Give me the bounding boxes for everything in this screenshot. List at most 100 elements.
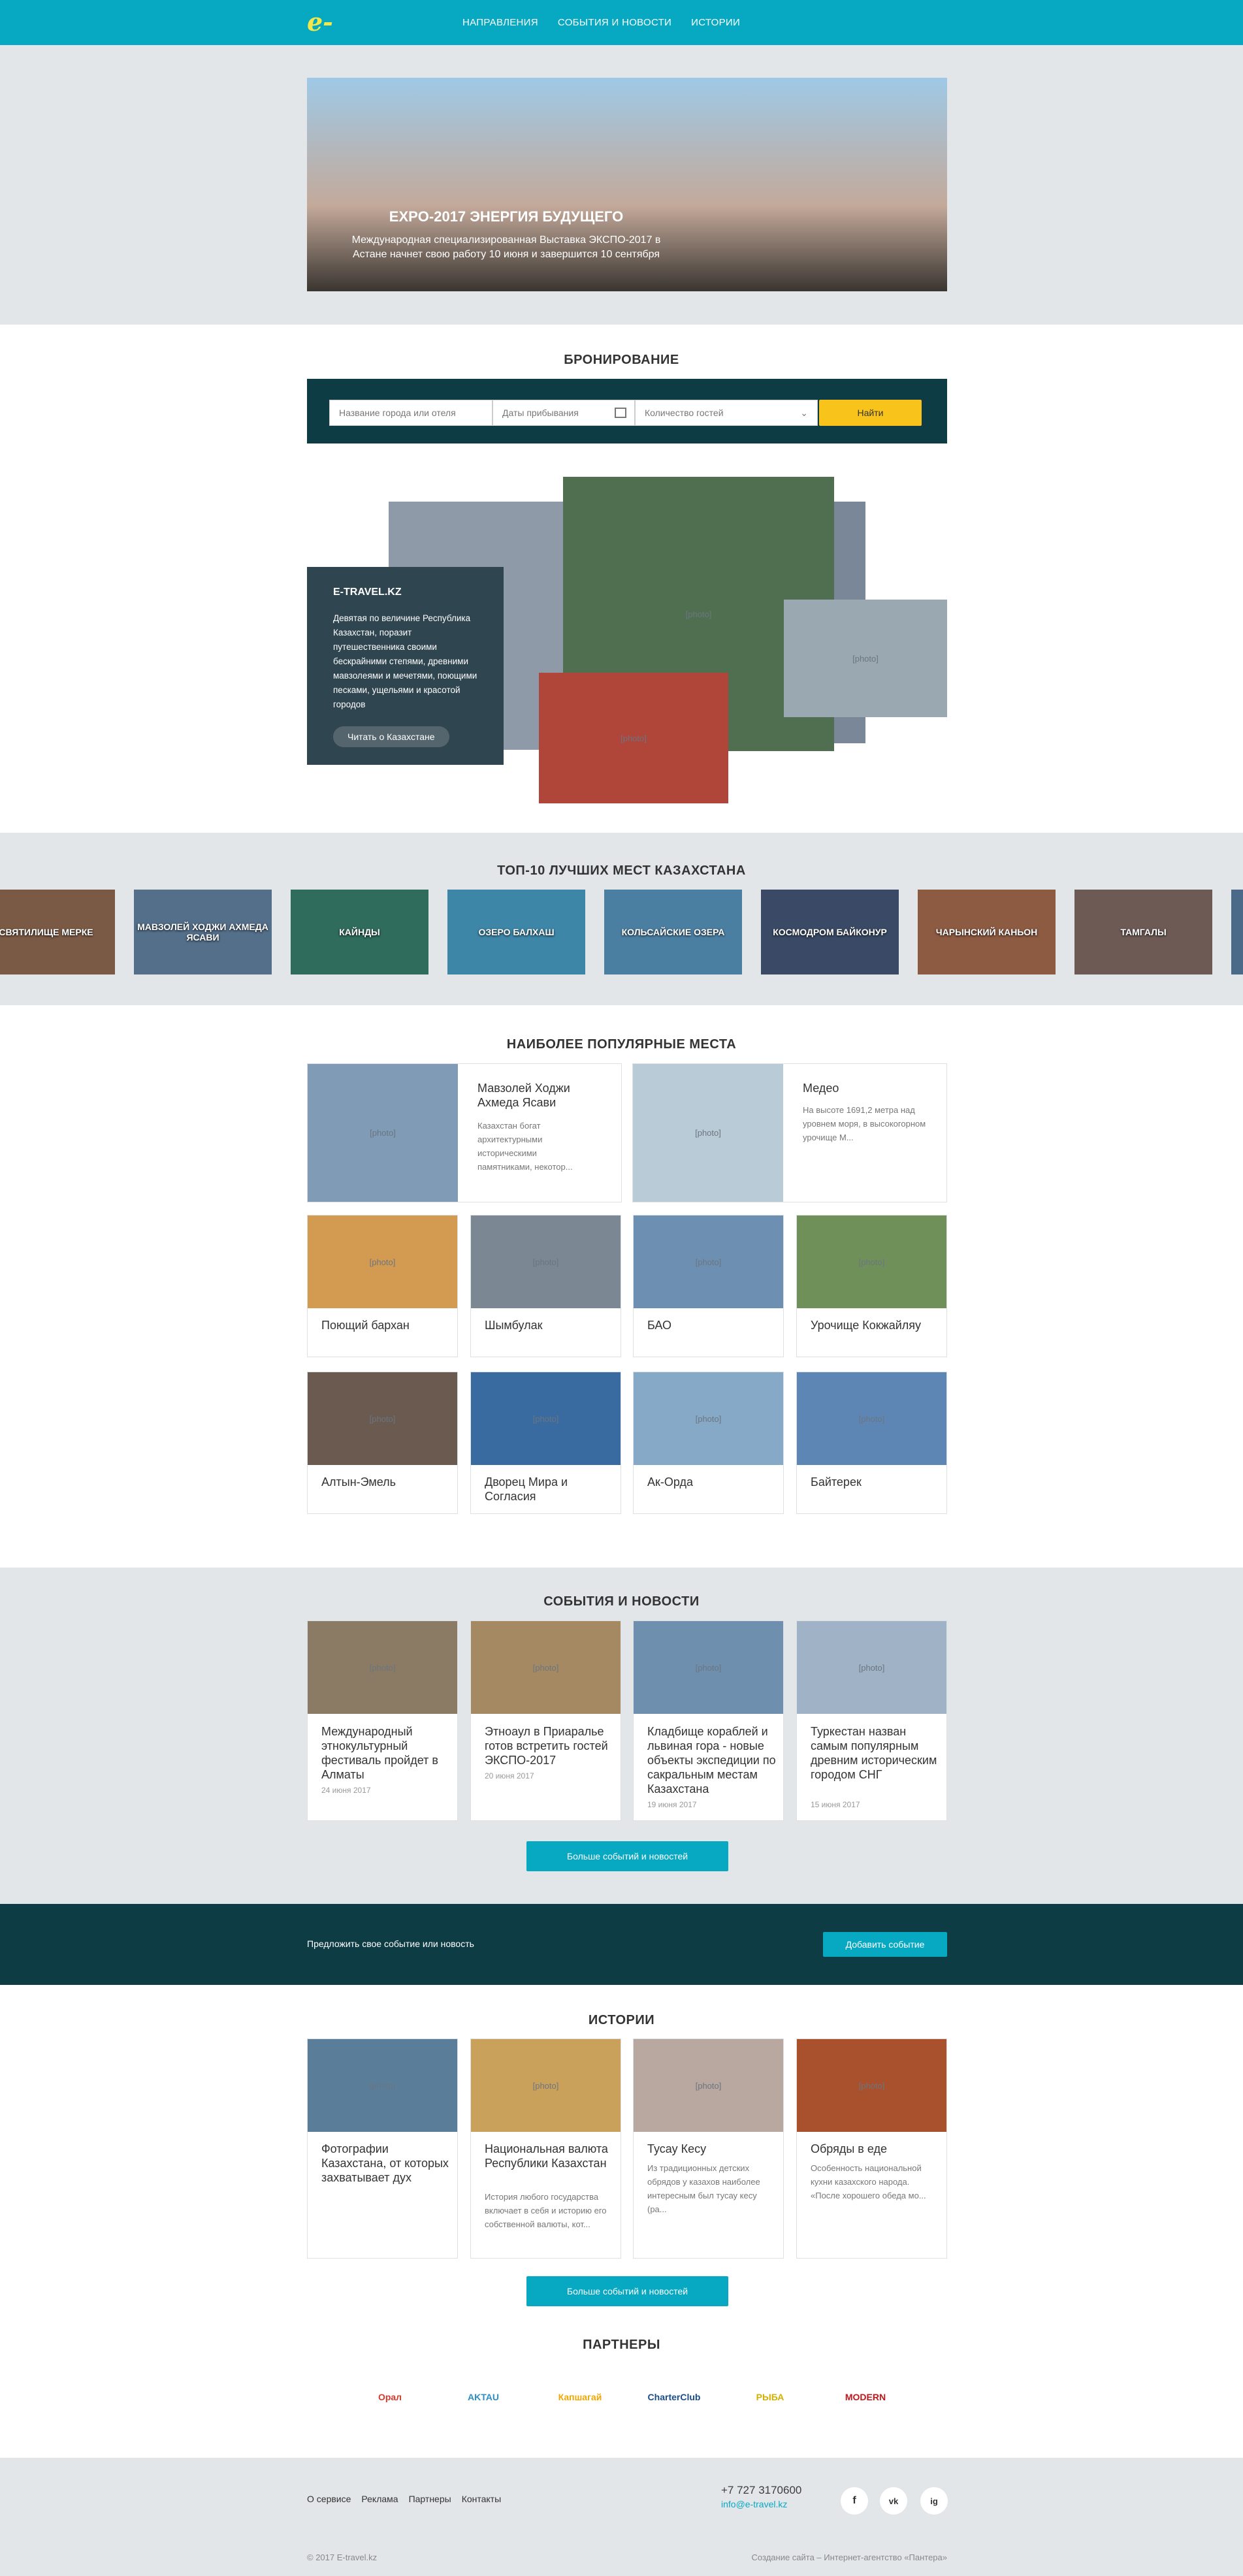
partner-logo[interactable]: Орал [361,2368,419,2426]
place-card[interactable]: [photo] Шымбулак [470,1215,621,1357]
top10-card[interactable]: СВЯТИЛИЩЕ МЕРКЕ [0,890,115,974]
add-event-button[interactable]: Добавить событие [823,1932,947,1957]
search-button[interactable]: Найти [819,400,922,426]
read-about-button[interactable]: Читать о Казахстане [333,726,449,747]
event-photo: [photo] [634,1621,783,1714]
more-events-button[interactable]: Больше событий и новостей [526,1841,728,1871]
place-title: Дворец Мира и Согласия [485,1475,568,1503]
place-card[interactable]: [photo] Поющий бархан [307,1215,458,1357]
place-photo: [photo] [633,1064,783,1202]
booking-title: БРОНИРОВАНИЕ [564,353,679,367]
story-desc: Из традиционных детских обрядов у казахо… [647,2163,760,2214]
story-title: Национальная валюта Республики Казахстан [485,2142,608,2170]
place-card[interactable]: [photo] Урочище Кокжайляу [796,1215,947,1357]
place-title: Урочище Кокжайляу [811,1319,922,1332]
story-title: Фотографии Казахстана, от которых захват… [321,2142,449,2184]
site-footer: О сервисе Реклама Партнеры Контакты +7 727 … [0,2458,1243,2576]
about-card: E-TRAVEL.KZ Девятая по величине Республи… [307,567,504,765]
more-stories-button[interactable]: Больше событий и новостей [526,2276,728,2306]
partner-name: Капшагай [558,2392,602,2402]
partner-logo[interactable]: РЫБА [741,2368,799,2426]
story-card[interactable]: [photo] Фотографии Казахстана, от которых… [307,2038,458,2259]
place-title: Поющий бархан [321,1319,410,1332]
place-photo: [photo] [797,1372,946,1465]
featured-place-card[interactable]: [photo] Медео На высоте 1691,2 метра над… [632,1063,947,1202]
top10-card[interactable]: КОСМОДРОМ БАЙКОНУР [761,890,899,974]
facebook-icon[interactable]: f [841,2487,868,2515]
partner-logo[interactable]: AKTAU [454,2368,513,2426]
place-photo: [photo] [634,1216,783,1308]
footer-link-ads[interactable]: Реклама [361,2494,398,2504]
footer-link-contacts[interactable]: Контакты [462,2494,501,2504]
place-photo: [photo] [308,1216,457,1308]
event-photo: [photo] [471,1621,621,1714]
site-logo[interactable]: e-travel.kz [307,5,427,71]
top10-card[interactable]: КАЙНДЫ [291,890,428,974]
event-card[interactable]: [photo] Этноаул в Приаралье готов встрети… [470,1620,621,1821]
place-photo: [photo] [634,1372,783,1465]
copyright: © 2017 E-travel.kz [307,2552,378,2562]
top10-card[interactable]: МАВЗОЛЕЙ ХОДЖИ АХМЕДА ЯСАВИ [134,890,272,974]
city-input[interactable]: Название города или отеля [329,400,492,426]
top10-card[interactable]: ЧАРЫНСКИЙ КАНЬОН [918,890,1056,974]
place-title: Ак-Орда [647,1475,693,1489]
place-card[interactable]: [photo] БАО [633,1215,784,1357]
top10-card[interactable]: ОЗЕРО БАЛХАШ [447,890,585,974]
hero-banner[interactable]: EXPO-2017 ЭНЕРГИЯ БУДУЩЕГО Международная… [307,78,947,291]
place-title: БАО [647,1319,672,1332]
suggest-text: Предложить свое событие или новость [307,1939,474,1949]
story-card[interactable]: [photo] Тусау Кесу Из традиционных детских… [633,2038,784,2259]
top10-card[interactable]: КОЛЬСАЙСКИЕ ОЗЕРА [604,890,742,974]
event-title: Кладбище кораблей и львиная гора - новые… [647,1725,776,1795]
popular-title: НАИБОЛЕЕ ПОПУЛЯРНЫЕ МЕСТА [506,1037,737,1052]
place-title: Медео [803,1082,839,1095]
nav-stories[interactable]: ИСТОРИИ [691,17,740,28]
event-photo: [photo] [308,1621,457,1714]
event-photo: [photo] [797,1621,946,1714]
featured-place-card[interactable]: [photo] Мавзолей Ходжи Ахмеда Ясави Каза… [307,1063,622,1202]
place-title: Байтерек [811,1475,862,1489]
story-card[interactable]: [photo] Национальная валюта Республики Ка… [470,2038,621,2259]
place-title: Алтын-Эмель [321,1475,396,1489]
place-photo: [photo] [471,1372,621,1465]
date-input[interactable]: Даты прибывания [492,400,635,426]
partner-logo[interactable]: CharterClub [645,2368,703,2426]
place-photo: [photo] [308,1372,457,1465]
agency-credit[interactable]: Создание сайта – Интернет-агентство «Пан… [752,2552,947,2562]
event-date: 24 июня 2017 [321,1786,371,1795]
place-card[interactable]: [photo] Дворец Мира и Согласия [470,1372,621,1514]
partner-logo[interactable]: Капшагай [551,2368,609,2426]
guests-select[interactable]: Количество гостей ⌄ [635,400,818,426]
top10-card[interactable]: ТАМГАЛЫ [1074,890,1212,974]
story-desc: История любого государства включает в се… [485,2192,607,2229]
footer-link-about[interactable]: О сервисе [307,2494,351,2504]
event-card[interactable]: [photo] Туркестан назван самым популярным… [796,1620,947,1821]
nav-directions[interactable]: НАПРАВЛЕНИЯ [462,17,538,28]
vk-icon[interactable]: vk [880,2487,907,2515]
nav-events[interactable]: СОБЫТИЯ И НОВОСТИ [558,17,671,28]
main-nav: НАПРАВЛЕНИЯ СОБЫТИЯ И НОВОСТИ ИСТОРИИ [462,0,740,45]
partner-name: Орал [378,2392,402,2402]
footer-link-partners[interactable]: Партнеры [409,2494,451,2504]
partner-logo[interactable]: MODERN [836,2368,895,2426]
story-photo: [photo] [634,2039,783,2132]
site-header: e-travel.kz НАПРАВЛЕНИЯ СОБЫТИЯ И НОВОСТ… [0,0,1243,71]
event-title: Этноаул в Приаралье готов встретить гост… [485,1725,608,1767]
calendar-icon[interactable] [615,408,626,418]
kazakhstan-collage: [photo] [photo] [photo] [photo] [0,457,1243,823]
event-card[interactable]: [photo] Международный этнокультурный фест… [307,1620,458,1821]
story-card[interactable]: [photo] Обряды в еде Особенность националь… [796,2038,947,2259]
place-card[interactable]: [photo] Алтын-Эмель [307,1372,458,1514]
instagram-icon[interactable]: ig [920,2487,948,2515]
place-card[interactable]: [photo] Ак-Орда [633,1372,784,1514]
top10-card[interactable] [1231,890,1243,974]
footer-phone[interactable]: +7 727 3170600 [721,2484,801,2497]
about-title: E-TRAVEL.KZ [333,587,402,598]
footer-email[interactable]: info@e-travel.kz [721,2499,787,2509]
hero-title: EXPO-2017 ЭНЕРГИЯ БУДУЩЕГО [389,208,624,225]
place-card[interactable]: [photo] Байтерек [796,1372,947,1514]
event-title: Туркестан назван самым популярным древни… [811,1725,937,1781]
event-card[interactable]: [photo] Кладбище кораблей и львиная гора … [633,1620,784,1821]
story-desc: Особенность национальной кухни казахског… [811,2163,926,2200]
event-date: 19 июня 2017 [647,1800,697,1809]
